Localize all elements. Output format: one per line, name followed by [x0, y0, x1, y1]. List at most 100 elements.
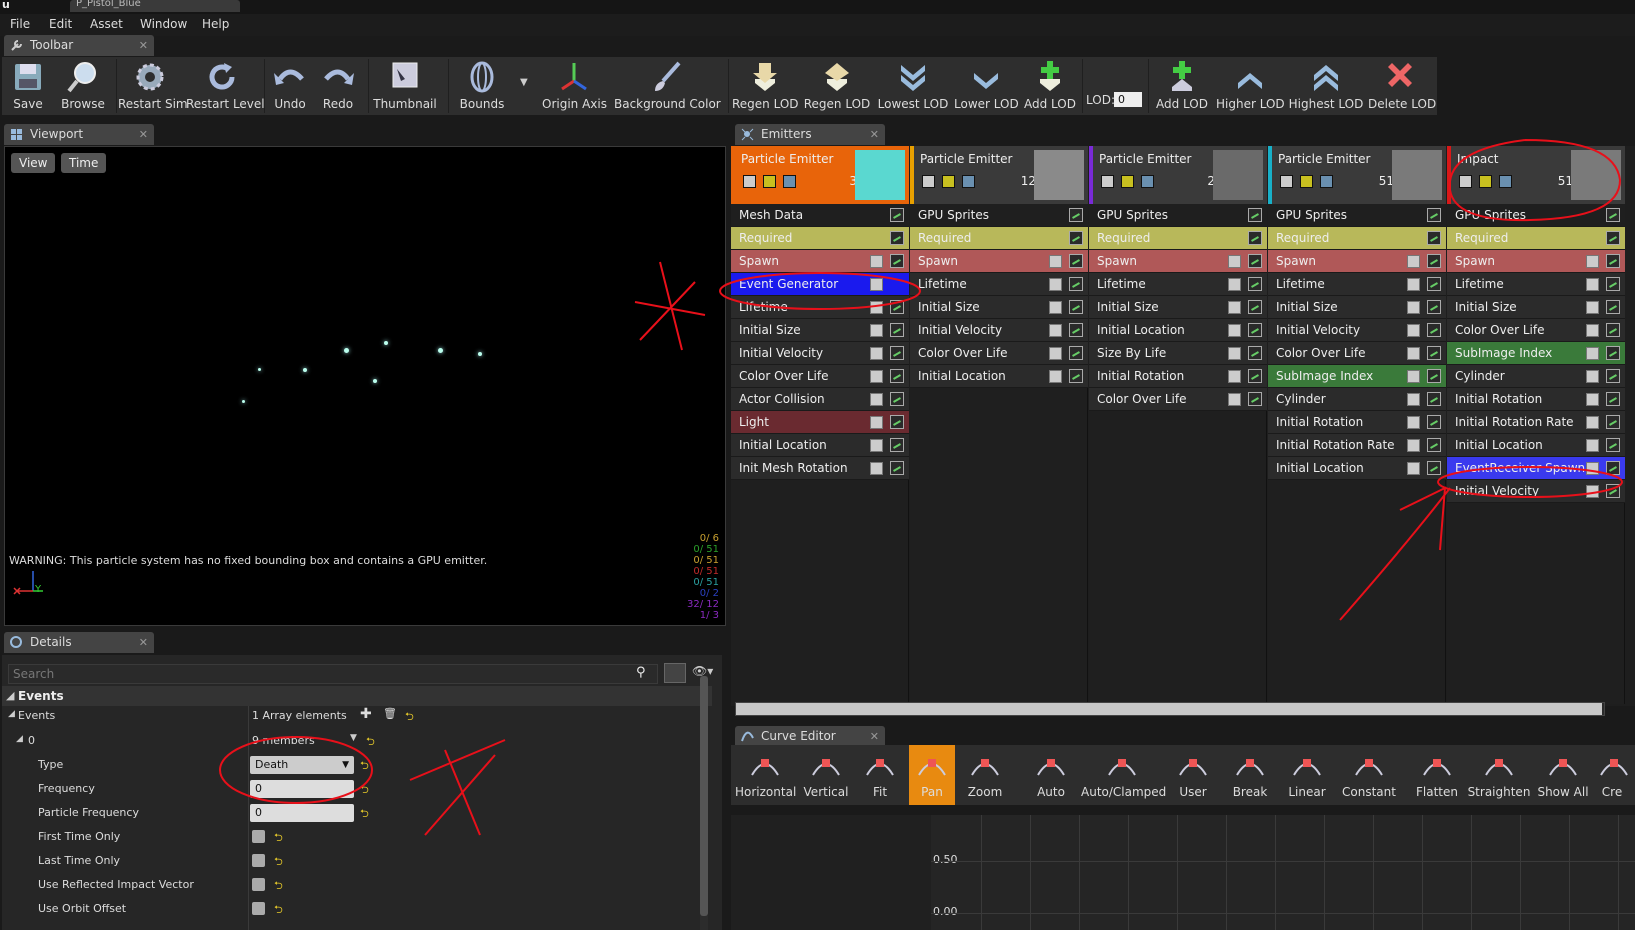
- view-options-icon[interactable]: [664, 663, 686, 683]
- emitter-header[interactable]: Particle Emitter 12: [910, 146, 1088, 204]
- lowest-lod-button[interactable]: Lowest LOD: [876, 57, 950, 115]
- graph-icon[interactable]: [890, 300, 904, 314]
- graph-icon[interactable]: [1427, 392, 1441, 406]
- graph-icon[interactable]: [890, 461, 904, 475]
- module-row[interactable]: Color Over Life: [1089, 388, 1267, 411]
- reset-icon[interactable]: ⮌: [405, 708, 414, 727]
- module-row[interactable]: Initial Size: [1089, 296, 1267, 319]
- enable-checkbox[interactable]: [1101, 175, 1114, 188]
- close-icon[interactable]: ✕: [870, 124, 879, 145]
- graph-icon[interactable]: [1606, 392, 1620, 406]
- graph-icon[interactable]: [1606, 277, 1620, 291]
- module-row[interactable]: Initial Location: [1268, 457, 1446, 480]
- module-enable-checkbox[interactable]: [870, 462, 883, 475]
- chevron-down-icon[interactable]: ▼: [350, 733, 357, 743]
- module-enable-checkbox[interactable]: [1407, 462, 1420, 475]
- restart-level-button[interactable]: Restart Level: [186, 57, 265, 115]
- curve-horizontal-button[interactable]: Horizontal: [735, 745, 796, 805]
- module-enable-checkbox[interactable]: [1407, 301, 1420, 314]
- curve-pan-button[interactable]: Pan: [909, 745, 955, 805]
- graph-icon[interactable]: [1427, 231, 1441, 245]
- module-row[interactable]: Event Generator: [731, 273, 909, 296]
- module-enable-checkbox[interactable]: [1228, 324, 1241, 337]
- emitter-type[interactable]: GPU Sprites: [1447, 204, 1625, 227]
- reset-icon[interactable]: ⮌: [366, 733, 375, 752]
- module-enable-checkbox[interactable]: [1586, 393, 1599, 406]
- menu-file[interactable]: File: [10, 17, 30, 31]
- module-row[interactable]: Initial Velocity: [1268, 319, 1446, 342]
- settings-icon[interactable]: [962, 175, 975, 188]
- browse-button[interactable]: Browse: [54, 57, 112, 115]
- curve-straighten-button[interactable]: Straighten: [1467, 745, 1531, 805]
- module-enable-checkbox[interactable]: [870, 439, 883, 452]
- close-icon[interactable]: ✕: [139, 632, 148, 653]
- module-enable-checkbox[interactable]: [1407, 439, 1420, 452]
- reset-icon[interactable]: ⮌: [274, 901, 283, 920]
- module-enable-checkbox[interactable]: [1407, 347, 1420, 360]
- module-enable-checkbox[interactable]: [1586, 439, 1599, 452]
- module-enable-checkbox[interactable]: [1407, 393, 1420, 406]
- emitters-scrollbar[interactable]: [735, 702, 1605, 716]
- origin-axis-button[interactable]: Origin Axis: [542, 57, 607, 115]
- curve-editor-tab[interactable]: Curve Editor ✕: [735, 726, 885, 747]
- solo-icon[interactable]: [942, 175, 955, 188]
- module-row[interactable]: Spawn: [910, 250, 1088, 273]
- graph-icon[interactable]: [1069, 277, 1083, 291]
- module-row[interactable]: Initial Rotation: [1268, 411, 1446, 434]
- lod-field[interactable]: 0: [1114, 92, 1142, 107]
- module-row[interactable]: Required: [910, 227, 1088, 250]
- curve-auto-button[interactable]: Auto: [1023, 745, 1079, 805]
- graph-icon[interactable]: [1069, 208, 1083, 222]
- emitter-column[interactable]: Impact 51 GPU Sprites Required Spawn Lifetime…: [1447, 146, 1625, 704]
- module-row[interactable]: Initial Rotation Rate: [1268, 434, 1446, 457]
- graph-icon[interactable]: [890, 346, 904, 360]
- menu-help[interactable]: Help: [202, 17, 229, 31]
- module-row[interactable]: Color Over Life: [1268, 342, 1446, 365]
- graph-icon[interactable]: [1248, 323, 1262, 337]
- solo-icon[interactable]: [1479, 175, 1492, 188]
- module-enable-checkbox[interactable]: [1586, 347, 1599, 360]
- module-enable-checkbox[interactable]: [1586, 278, 1599, 291]
- module-row[interactable]: SubImage Index: [1447, 342, 1625, 365]
- curve-user-button[interactable]: User: [1165, 745, 1221, 805]
- enable-checkbox[interactable]: [1280, 175, 1293, 188]
- graph-icon[interactable]: [1248, 231, 1262, 245]
- module-enable-checkbox[interactable]: [1586, 462, 1599, 475]
- module-enable-checkbox[interactable]: [1228, 278, 1241, 291]
- lower-lod-button[interactable]: Lower LOD: [954, 57, 1019, 115]
- module-enable-checkbox[interactable]: [1049, 370, 1062, 383]
- add-lod-button[interactable]: Add LOD: [1022, 57, 1078, 115]
- curve-break-button[interactable]: Break: [1223, 745, 1277, 805]
- graph-icon[interactable]: [1248, 208, 1262, 222]
- module-row[interactable]: Cylinder: [1447, 365, 1625, 388]
- save-button[interactable]: Save: [6, 57, 50, 115]
- graph-icon[interactable]: [890, 323, 904, 337]
- reflected-impact-checkbox[interactable]: [252, 878, 265, 891]
- module-row[interactable]: Init Mesh Rotation: [731, 457, 909, 480]
- module-row[interactable]: Initial Size: [1447, 296, 1625, 319]
- module-enable-checkbox[interactable]: [870, 324, 883, 337]
- graph-icon[interactable]: [1248, 254, 1262, 268]
- module-row[interactable]: Initial Rotation: [1089, 365, 1267, 388]
- module-row[interactable]: EventReceiver Spawn: [1447, 457, 1625, 480]
- viewport-tab[interactable]: Viewport ✕: [4, 124, 154, 145]
- chevron-down-icon[interactable]: ▼: [520, 77, 528, 88]
- module-enable-checkbox[interactable]: [1228, 393, 1241, 406]
- graph-icon[interactable]: [1069, 300, 1083, 314]
- last-time-only-checkbox[interactable]: [252, 854, 265, 867]
- curve-list[interactable]: [731, 815, 931, 930]
- module-enable-checkbox[interactable]: [1049, 255, 1062, 268]
- graph-icon[interactable]: [890, 231, 904, 245]
- undo-button[interactable]: Undo: [268, 57, 312, 115]
- document-tab[interactable]: P_Pistol_Blue: [70, 0, 240, 12]
- emitter-header[interactable]: Particle Emitter 51: [1268, 146, 1446, 204]
- emitter-column[interactable]: Particle Emitter 2 GPU Sprites Required Spaw…: [1089, 146, 1267, 704]
- search-icon[interactable]: ⚲: [636, 665, 646, 680]
- reset-icon[interactable]: ⮌: [274, 829, 283, 848]
- module-row[interactable]: Initial Location: [1089, 319, 1267, 342]
- background-color-button[interactable]: Background Color: [614, 57, 721, 115]
- particle-frequency-field[interactable]: 0: [250, 804, 354, 822]
- module-row[interactable]: Lifetime: [1089, 273, 1267, 296]
- menu-window[interactable]: Window: [140, 17, 187, 31]
- module-enable-checkbox[interactable]: [1407, 416, 1420, 429]
